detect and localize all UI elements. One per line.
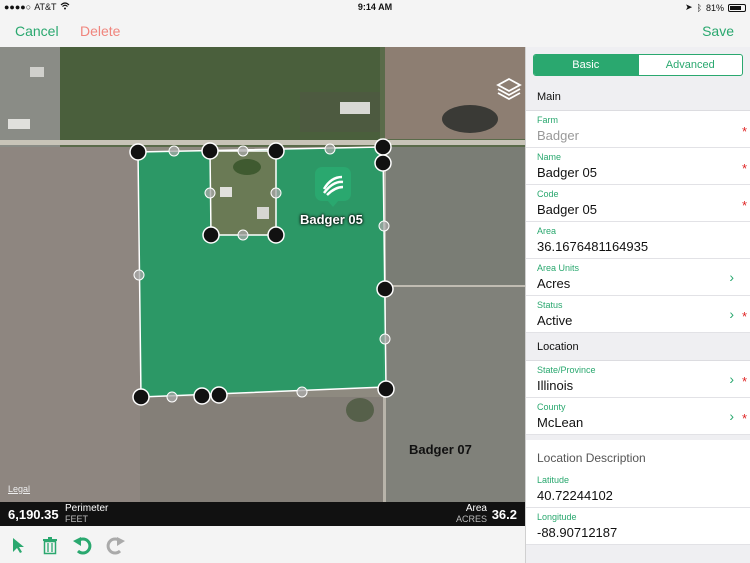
bluetooth-icon: ᛒ xyxy=(696,2,702,13)
required-marker: * xyxy=(741,198,747,213)
required-marker: * xyxy=(741,161,747,176)
area-unit: ACRES xyxy=(455,514,487,524)
select-arrow-icon[interactable] xyxy=(8,535,28,555)
tab-basic[interactable]: Basic xyxy=(534,55,638,75)
name-label: Name xyxy=(537,152,562,162)
field-label-current: Badger 05 xyxy=(300,212,363,227)
required-marker: * xyxy=(741,309,747,324)
area-label: Area xyxy=(465,503,487,514)
required-marker: * xyxy=(741,124,747,139)
longitude-field[interactable]: Longitude -88.90712187 xyxy=(526,508,750,545)
tab-advanced[interactable]: Advanced xyxy=(637,55,743,75)
county-field[interactable]: County McLean › * xyxy=(526,398,750,435)
field-details-panel: Basic Advanced Main Farm Badger * Name B… xyxy=(525,47,750,563)
redo-icon[interactable] xyxy=(106,535,126,555)
layers-icon[interactable] xyxy=(496,76,522,102)
farm-label: Farm xyxy=(537,115,558,125)
cancel-button[interactable]: Cancel xyxy=(15,23,59,39)
code-field[interactable]: Code Badger 05 * xyxy=(526,185,750,222)
edit-toolbar xyxy=(0,526,525,563)
satellite-imagery xyxy=(0,47,525,502)
legal-link[interactable]: Legal xyxy=(8,484,30,494)
save-button[interactable]: Save xyxy=(702,23,734,39)
farm-pin-icon[interactable] xyxy=(315,167,351,207)
name-field[interactable]: Name Badger 05 * xyxy=(526,148,750,185)
latitude-value: 40.72244102 xyxy=(537,488,613,503)
map-view[interactable]: Badger 05 Badger 07 Legal xyxy=(0,47,525,502)
area-field[interactable]: Area 36.1676481164935 xyxy=(526,222,750,259)
status-value: Active xyxy=(537,313,573,328)
location-description-placeholder: Location Description xyxy=(537,451,646,465)
section-location: Location xyxy=(526,333,750,361)
chevron-right-icon: › xyxy=(729,306,734,322)
area-field-value: 36.1676481164935 xyxy=(537,239,649,254)
perimeter-label: Perimeter xyxy=(65,503,109,514)
area-units-field[interactable]: Area Units Acres › xyxy=(526,259,750,296)
status-bar: ●●●●○ AT&T 9:14 AM ➤ ᛒ 81% xyxy=(0,0,750,14)
area-units-value: Acres xyxy=(537,276,571,291)
latitude-label: Latitude xyxy=(537,475,570,485)
chevron-right-icon: › xyxy=(729,371,734,387)
longitude-value: -88.90712187 xyxy=(537,525,618,540)
time-label: 9:14 AM xyxy=(357,2,393,12)
field-label-other[interactable]: Badger 07 xyxy=(409,442,472,457)
code-label: Code xyxy=(537,189,559,199)
perimeter-value: 6,190.35 xyxy=(8,507,59,522)
farm-field[interactable]: Farm Badger * xyxy=(526,111,750,148)
name-value: Badger 05 xyxy=(537,165,597,180)
nav-bar: Cancel Delete Save xyxy=(0,14,750,47)
battery-percent: 81% xyxy=(705,2,724,13)
state-label: State/Province xyxy=(537,365,596,375)
chevron-right-icon: › xyxy=(729,269,734,285)
status-field[interactable]: Status Active › * xyxy=(526,296,750,333)
county-value: McLean xyxy=(537,415,584,430)
section-main: Main xyxy=(526,83,750,111)
delete-button[interactable]: Delete xyxy=(80,23,120,39)
status-label: Status xyxy=(537,300,563,310)
battery-icon xyxy=(728,3,746,12)
farm-value: Badger xyxy=(537,128,579,143)
area-units-label: Area Units xyxy=(537,263,580,273)
required-marker: * xyxy=(741,374,747,389)
perimeter-unit: FEET xyxy=(65,514,89,524)
county-label: County xyxy=(537,402,566,412)
trash-icon[interactable] xyxy=(40,535,60,555)
area-field-label: Area xyxy=(537,226,557,236)
chevron-right-icon: › xyxy=(729,408,734,424)
longitude-label: Longitude xyxy=(537,512,577,522)
basic-advanced-segmented-control: Basic Advanced xyxy=(533,54,743,76)
location-arrow-icon: ➤ xyxy=(685,2,693,12)
code-value: Badger 05 xyxy=(537,202,597,217)
latitude-field[interactable]: Latitude 40.72244102 xyxy=(526,471,750,508)
required-marker: * xyxy=(741,411,747,426)
state-field[interactable]: State/Province Illinois › * xyxy=(526,361,750,398)
undo-icon[interactable] xyxy=(72,535,92,555)
area-value: 36.2 xyxy=(491,507,517,522)
state-value: Illinois xyxy=(537,378,574,393)
measurement-bar: 6,190.35 Perimeter FEET Area ACRES 36.2 xyxy=(0,502,525,526)
